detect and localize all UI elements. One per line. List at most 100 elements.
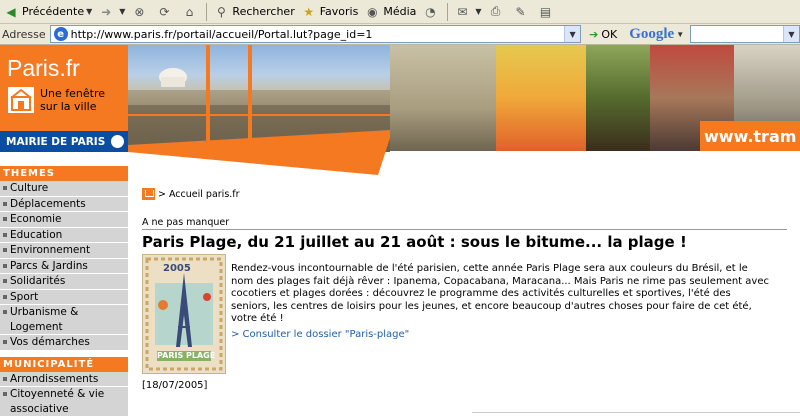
dossier-link[interactable]: > Consulter le dossier "Paris-plage" (231, 329, 409, 340)
page-icon: e (53, 27, 68, 41)
sidebar-item-label: Culture (10, 182, 49, 194)
poster-year: 2005 (163, 263, 191, 274)
sidebar-item-arrondissements[interactable]: Arrondissements (0, 371, 128, 387)
edit-button[interactable]: ✎ (510, 1, 535, 22)
google-toolbar[interactable]: Google ▼ (629, 26, 684, 43)
back-button[interactable]: ◀ Précédente ▼ (0, 1, 95, 22)
sidebar-item-label: Urbanisme & Logement (10, 306, 79, 333)
go-arrow-icon: ➔ (589, 27, 599, 41)
banner-swoosh (128, 130, 390, 175)
mail-button[interactable]: ✉ ▼ (451, 1, 484, 22)
go-button[interactable]: ➔ OK (589, 28, 617, 41)
child-photo (496, 45, 586, 151)
google-dropdown-icon[interactable]: ▼ (676, 30, 684, 39)
sidebar-item-deplacements[interactable]: Déplacements (0, 196, 128, 212)
sidebar-item-label: Arrondissements (10, 372, 99, 385)
sidebar-item-citoyennete[interactable]: Citoyenneté & vie associative (0, 387, 128, 417)
media-button[interactable]: ◉ Média (361, 1, 419, 22)
paris-plage-poster[interactable]: 2005 PARIS PLAGE (142, 254, 226, 374)
themes-heading: THEMES (0, 166, 128, 181)
mail-dropdown-icon[interactable]: ▼ (475, 7, 481, 16)
favorites-button[interactable]: ★ Favoris (298, 1, 362, 22)
sidebar-item-label: Vos démarches (10, 336, 90, 348)
stop-button[interactable]: ⊗ (128, 1, 153, 22)
sidebar-item-parcs-jardins[interactable]: Parcs & Jardins (0, 258, 128, 274)
url-field[interactable]: e http://www.paris.fr/portail/accueil/Po… (49, 25, 582, 43)
site-logo[interactable]: Paris.fr Une fenêtre sur la ville MAIRIE… (0, 45, 128, 152)
back-dropdown-icon[interactable]: ▼ (86, 7, 92, 16)
search-label: Rechercher (232, 5, 295, 18)
sidebar-item-culture[interactable]: Culture (0, 181, 128, 197)
bullet-icon (3, 279, 7, 283)
sidebar-item-vos-demarches[interactable]: Vos démarches (0, 335, 128, 351)
breadcrumb: > Accueil paris.fr (142, 188, 240, 200)
bullet-icon (3, 248, 7, 252)
google-search-input[interactable]: ▼ (690, 25, 800, 43)
messenger-button[interactable]: ▤ (535, 1, 560, 22)
url-dropdown-icon[interactable]: ▼ (564, 26, 581, 42)
go-label: OK (601, 27, 618, 41)
sidebar-item-label: Education (10, 228, 63, 241)
sidebar-item-label: Environnement (10, 244, 91, 256)
back-arrow-icon: ◀ (6, 4, 16, 19)
home-icon[interactable] (142, 188, 155, 200)
favorites-icon: ★ (303, 4, 315, 19)
article-body-line: cocotiers et plages dorées : découvrez l… (231, 288, 731, 299)
article-headline[interactable]: Paris Plage, du 21 juillet au 21 août : … (142, 233, 687, 251)
bullet-icon (3, 263, 7, 268)
article-body-line: seniors, les centres de loisirs pour les… (231, 300, 752, 312)
sidebar-item-solidarites[interactable]: Solidarités (0, 274, 128, 290)
sidebar-item-label: Citoyenneté & vie associative (10, 388, 105, 415)
search-button[interactable]: ⚲ Rechercher (210, 1, 297, 22)
back-label: Précédente (22, 5, 85, 18)
forward-dropdown-icon[interactable]: ▼ (119, 7, 125, 16)
breadcrumb-link[interactable]: > Accueil paris.fr (158, 189, 240, 200)
sidebar-item-label: Economie (10, 213, 62, 225)
address-bar: Adresse e http://www.paris.fr/portail/ac… (0, 24, 800, 45)
refresh-button[interactable]: ⟳ (153, 1, 178, 22)
article-date: [18/07/2005] (142, 380, 208, 391)
article-body-line: Rendez-vous incontournable de l'été pari… (231, 263, 748, 274)
home-button[interactable]: ⌂ (178, 1, 203, 22)
bullet-icon (3, 376, 7, 381)
bullet-icon (3, 201, 7, 206)
site-banner: Paris.fr Une fenêtre sur la ville MAIRIE… (0, 45, 800, 175)
bottom-divider (472, 412, 800, 413)
google-logo: Google (629, 25, 675, 42)
home-icon: ⌂ (185, 4, 194, 19)
address-label: Adresse (2, 27, 46, 41)
bullet-icon (3, 232, 7, 237)
sidebar-item-economie[interactable]: Economie (0, 212, 128, 228)
bullet-icon (3, 186, 7, 190)
bullet-icon (3, 392, 7, 396)
history-button[interactable]: ◔ (419, 1, 444, 22)
media-label: Média (383, 5, 417, 18)
browser-toolbar: ◀ Précédente ▼ ➜ ▼ ⊗ ⟳ ⌂ ⚲ Rechercher ★ … (0, 0, 800, 24)
stop-icon: ⊗ (134, 4, 145, 19)
print-button[interactable]: ⎙ (485, 1, 510, 22)
sidebar-item-urbanisme-logement[interactable]: Urbanisme & Logement (0, 305, 128, 335)
bullet-icon (3, 217, 7, 221)
tagline-line-1: Une fenêtre (40, 87, 106, 100)
bullet-icon (3, 294, 7, 299)
article-body: Rendez-vous incontournable de l'été pari… (231, 263, 791, 326)
logo-title: Paris.fr (7, 55, 80, 81)
toolbar-separator (206, 2, 208, 21)
messenger-icon: ▤ (539, 4, 552, 19)
google-search-dropdown-icon[interactable]: ▼ (783, 26, 799, 42)
forward-button[interactable]: ➜ ▼ (95, 1, 128, 22)
tram-promo-banner[interactable]: www.tram (700, 121, 800, 151)
article-body-line: nom des plages fait déjà rêver : Ipanema… (231, 275, 769, 287)
themes-heading-label: THEMES (3, 168, 56, 179)
mail-icon: ✉ (457, 4, 468, 19)
sidebar-item-sport[interactable]: Sport (0, 289, 128, 305)
history-icon: ◔ (425, 4, 436, 19)
sidebar-item-education[interactable]: Education (0, 227, 128, 243)
poster-caption: PARIS PLAGE (157, 351, 216, 360)
url-text[interactable]: http://www.paris.fr/portail/accueil/Port… (71, 28, 373, 41)
sidebar-item-label: Déplacements (10, 197, 86, 210)
print-icon: ⎙ (490, 4, 501, 18)
mairie-de-paris[interactable]: MAIRIE DE PARIS (0, 131, 128, 152)
sidebar-item-environnement[interactable]: Environnement (0, 243, 128, 259)
window-logo-icon (8, 87, 34, 113)
